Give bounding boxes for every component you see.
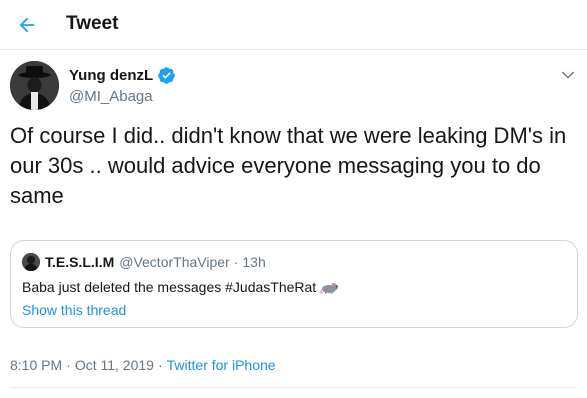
back-arrow-icon	[19, 17, 35, 33]
tweet-author: Yung denzL @MI_Abaga	[10, 61, 577, 111]
quoted-author-name: T.E.S.L.I.M	[45, 254, 115, 270]
separator-dot: ·	[66, 357, 71, 373]
separator-dot: ·	[233, 254, 239, 270]
tweet-source-link[interactable]: Twitter for iPhone	[167, 357, 276, 373]
quoted-tweet[interactable]: T.E.S.L.I.M @VectorThaViper · 13h Baba j…	[10, 240, 578, 328]
chevron-down-icon[interactable]	[559, 66, 577, 84]
avatar[interactable]	[10, 61, 59, 110]
author-handle[interactable]: @MI_Abaga	[69, 88, 153, 105]
tweet-text: Of course I did.. didn't know that we we…	[10, 123, 567, 208]
author-name[interactable]: Yung denzL	[69, 67, 153, 84]
separator-dot: ·	[157, 357, 163, 373]
verified-badge-icon	[158, 67, 175, 84]
back-button[interactable]	[10, 8, 44, 42]
quoted-author-handle: @VectorThaViper	[119, 254, 230, 270]
top-bar: Tweet	[0, 0, 587, 50]
divider	[10, 387, 577, 388]
tweet-date[interactable]: Oct 11, 2019	[75, 357, 154, 373]
quoted-text: Baba just deleted the messages #JudasThe…	[22, 279, 317, 295]
rat-emoji-icon	[320, 282, 339, 294]
tweet-time[interactable]: 8:10 PM	[10, 357, 62, 373]
page-title: Tweet	[66, 13, 119, 34]
quoted-avatar	[22, 253, 40, 271]
tweet-meta: 8:10 PM · Oct 11, 2019 · Twitter for iPh…	[10, 357, 276, 373]
quoted-timestamp: 13h	[242, 254, 266, 270]
show-thread-link[interactable]: Show this thread	[22, 302, 126, 318]
